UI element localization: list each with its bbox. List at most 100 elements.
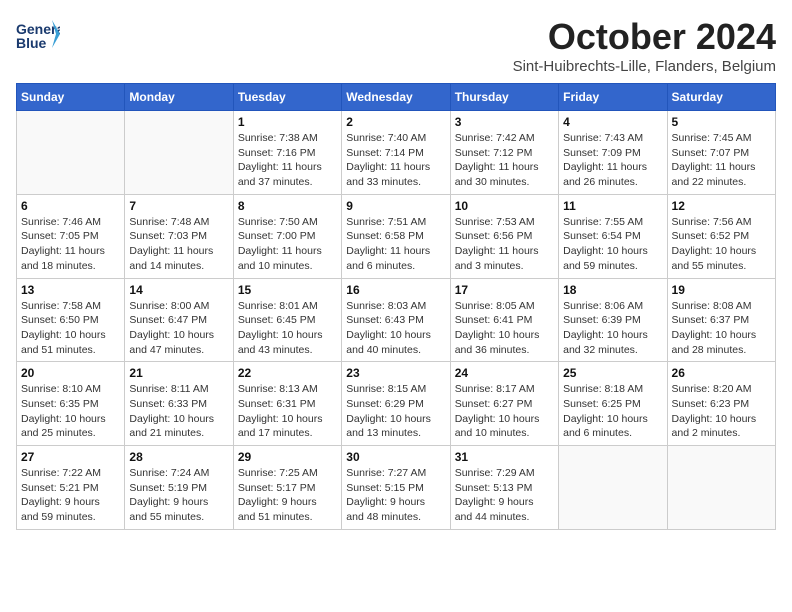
day-number: 1 bbox=[238, 115, 337, 129]
calendar-cell: 10 Sunrise: 7:53 AMSunset: 6:56 PMDayligh… bbox=[450, 194, 558, 278]
calendar-cell: 29Sunrise: 7:25 AMSunset: 5:17 PMDayligh… bbox=[233, 446, 341, 530]
calendar-cell: 22 Sunrise: 8:13 AMSunset: 6:31 PMDayligh… bbox=[233, 362, 341, 446]
day-info: Sunrise: 7:42 AMSunset: 7:12 PMDaylight:… bbox=[455, 131, 554, 190]
day-info: Sunrise: 8:13 AMSunset: 6:31 PMDaylight:… bbox=[238, 382, 337, 441]
day-info: Sunrise: 8:08 AMSunset: 6:37 PMDaylight:… bbox=[672, 299, 771, 358]
logo: General Blue bbox=[16, 16, 64, 52]
calendar-cell: 23 Sunrise: 8:15 AMSunset: 6:29 PMDayligh… bbox=[342, 362, 450, 446]
day-number: 14 bbox=[129, 283, 228, 297]
header: General Blue October 2024 Sint-Huibrecht… bbox=[16, 16, 776, 75]
calendar-cell: 8 Sunrise: 7:50 AMSunset: 7:00 PMDaylight… bbox=[233, 194, 341, 278]
day-number: 19 bbox=[672, 283, 771, 297]
day-info: Sunrise: 8:05 AMSunset: 6:41 PMDaylight:… bbox=[455, 299, 554, 358]
calendar-cell: 31 Sunrise: 7:29 AMSunset: 5:13 PMDayligh… bbox=[450, 446, 558, 530]
day-number: 26 bbox=[672, 366, 771, 380]
day-number: 3 bbox=[455, 115, 554, 129]
calendar-cell: 2 Sunrise: 7:40 AMSunset: 7:14 PMDaylight… bbox=[342, 111, 450, 195]
day-info: Sunrise: 7:24 AMSunset: 5:19 PMDaylight:… bbox=[129, 466, 228, 525]
day-number: 23 bbox=[346, 366, 445, 380]
weekday-header-tuesday: Tuesday bbox=[233, 84, 341, 111]
calendar-cell: 24 Sunrise: 8:17 AMSunset: 6:27 PMDayligh… bbox=[450, 362, 558, 446]
day-number: 28 bbox=[129, 450, 228, 464]
day-number: 21 bbox=[129, 366, 228, 380]
day-info: Sunrise: 7:45 AMSunset: 7:07 PMDaylight:… bbox=[672, 131, 771, 190]
day-info: Sunrise: 8:00 AMSunset: 6:47 PMDaylight:… bbox=[129, 299, 228, 358]
day-number: 22 bbox=[238, 366, 337, 380]
calendar-cell: 3 Sunrise: 7:42 AMSunset: 7:12 PMDaylight… bbox=[450, 111, 558, 195]
day-number: 4 bbox=[563, 115, 662, 129]
week-row-4: 20Sunrise: 8:10 AMSunset: 6:35 PMDayligh… bbox=[17, 362, 776, 446]
day-number: 25 bbox=[563, 366, 662, 380]
day-number: 2 bbox=[346, 115, 445, 129]
day-number: 12 bbox=[672, 199, 771, 213]
day-number: 10 bbox=[455, 199, 554, 213]
day-info: Sunrise: 7:29 AMSunset: 5:13 PMDaylight:… bbox=[455, 466, 554, 525]
weekday-header-thursday: Thursday bbox=[450, 84, 558, 111]
calendar-cell: 21 Sunrise: 8:11 AMSunset: 6:33 PMDayligh… bbox=[125, 362, 233, 446]
day-number: 16 bbox=[346, 283, 445, 297]
calendar-cell bbox=[559, 446, 667, 530]
day-info: Sunrise: 8:11 AMSunset: 6:33 PMDaylight:… bbox=[129, 382, 228, 441]
calendar-cell bbox=[17, 111, 125, 195]
svg-text:Blue: Blue bbox=[16, 35, 47, 51]
weekday-header-wednesday: Wednesday bbox=[342, 84, 450, 111]
calendar-header: SundayMondayTuesdayWednesdayThursdayFrid… bbox=[17, 84, 776, 111]
day-info: Sunrise: 7:58 AMSunset: 6:50 PMDaylight:… bbox=[21, 299, 120, 358]
week-row-3: 13 Sunrise: 7:58 AMSunset: 6:50 PMDayligh… bbox=[17, 278, 776, 362]
day-number: 17 bbox=[455, 283, 554, 297]
weekday-header-monday: Monday bbox=[125, 84, 233, 111]
day-number: 31 bbox=[455, 450, 554, 464]
day-info: Sunrise: 7:38 AMSunset: 7:16 PMDaylight:… bbox=[238, 131, 337, 190]
day-info: Sunrise: 8:06 AMSunset: 6:39 PMDaylight:… bbox=[563, 299, 662, 358]
calendar-cell bbox=[667, 446, 775, 530]
logo-icon: General Blue bbox=[16, 16, 60, 52]
day-number: 6 bbox=[21, 199, 120, 213]
day-number: 20 bbox=[21, 366, 120, 380]
calendar-cell bbox=[125, 111, 233, 195]
calendar-cell: 11Sunrise: 7:55 AMSunset: 6:54 PMDayligh… bbox=[559, 194, 667, 278]
day-info: Sunrise: 7:40 AMSunset: 7:14 PMDaylight:… bbox=[346, 131, 445, 190]
day-number: 24 bbox=[455, 366, 554, 380]
calendar-cell: 5 Sunrise: 7:45 AMSunset: 7:07 PMDaylight… bbox=[667, 111, 775, 195]
day-number: 5 bbox=[672, 115, 771, 129]
calendar-cell: 15Sunrise: 8:01 AMSunset: 6:45 PMDayligh… bbox=[233, 278, 341, 362]
calendar-cell: 26Sunrise: 8:20 AMSunset: 6:23 PMDayligh… bbox=[667, 362, 775, 446]
calendar-cell: 30 Sunrise: 7:27 AMSunset: 5:15 PMDayligh… bbox=[342, 446, 450, 530]
week-row-1: 1 Sunrise: 7:38 AMSunset: 7:16 PMDaylight… bbox=[17, 111, 776, 195]
day-info: Sunrise: 7:43 AMSunset: 7:09 PMDaylight:… bbox=[563, 131, 662, 190]
day-number: 30 bbox=[346, 450, 445, 464]
day-info: Sunrise: 7:56 AMSunset: 6:52 PMDaylight:… bbox=[672, 215, 771, 274]
location-title: Sint-Huibrechts-Lille, Flanders, Belgium bbox=[513, 58, 776, 75]
day-number: 27 bbox=[21, 450, 120, 464]
day-number: 13 bbox=[21, 283, 120, 297]
day-info: Sunrise: 7:48 AMSunset: 7:03 PMDaylight:… bbox=[129, 215, 228, 274]
calendar-cell: 17 Sunrise: 8:05 AMSunset: 6:41 PMDayligh… bbox=[450, 278, 558, 362]
day-info: Sunrise: 7:27 AMSunset: 5:15 PMDaylight:… bbox=[346, 466, 445, 525]
day-info: Sunrise: 8:03 AMSunset: 6:43 PMDaylight:… bbox=[346, 299, 445, 358]
calendar-cell: 4 Sunrise: 7:43 AMSunset: 7:09 PMDaylight… bbox=[559, 111, 667, 195]
weekday-header-friday: Friday bbox=[559, 84, 667, 111]
day-info: Sunrise: 8:17 AMSunset: 6:27 PMDaylight:… bbox=[455, 382, 554, 441]
day-number: 18 bbox=[563, 283, 662, 297]
day-info: Sunrise: 7:25 AMSunset: 5:17 PMDaylight:… bbox=[238, 466, 337, 525]
day-number: 9 bbox=[346, 199, 445, 213]
calendar-cell: 1 Sunrise: 7:38 AMSunset: 7:16 PMDaylight… bbox=[233, 111, 341, 195]
calendar-cell: 16 Sunrise: 8:03 AMSunset: 6:43 PMDayligh… bbox=[342, 278, 450, 362]
day-info: Sunrise: 7:53 AMSunset: 6:56 PMDaylight:… bbox=[455, 215, 554, 274]
weekday-header-saturday: Saturday bbox=[667, 84, 775, 111]
day-info: Sunrise: 8:15 AMSunset: 6:29 PMDaylight:… bbox=[346, 382, 445, 441]
calendar-cell: 14 Sunrise: 8:00 AMSunset: 6:47 PMDayligh… bbox=[125, 278, 233, 362]
calendar-table: SundayMondayTuesdayWednesdayThursdayFrid… bbox=[16, 83, 776, 530]
calendar-body: 1 Sunrise: 7:38 AMSunset: 7:16 PMDaylight… bbox=[17, 111, 776, 530]
day-info: Sunrise: 7:46 AMSunset: 7:05 PMDaylight:… bbox=[21, 215, 120, 274]
title-block: October 2024 Sint-Huibrechts-Lille, Flan… bbox=[513, 16, 776, 75]
day-info: Sunrise: 8:01 AMSunset: 6:45 PMDaylight:… bbox=[238, 299, 337, 358]
day-info: Sunrise: 7:50 AMSunset: 7:00 PMDaylight:… bbox=[238, 215, 337, 274]
calendar-cell: 13 Sunrise: 7:58 AMSunset: 6:50 PMDayligh… bbox=[17, 278, 125, 362]
calendar-cell: 12 Sunrise: 7:56 AMSunset: 6:52 PMDayligh… bbox=[667, 194, 775, 278]
calendar-cell: 7 Sunrise: 7:48 AMSunset: 7:03 PMDaylight… bbox=[125, 194, 233, 278]
day-info: Sunrise: 7:22 AMSunset: 5:21 PMDaylight:… bbox=[21, 466, 120, 525]
day-number: 7 bbox=[129, 199, 228, 213]
day-number: 8 bbox=[238, 199, 337, 213]
day-info: Sunrise: 7:55 AMSunset: 6:54 PMDaylight:… bbox=[563, 215, 662, 274]
